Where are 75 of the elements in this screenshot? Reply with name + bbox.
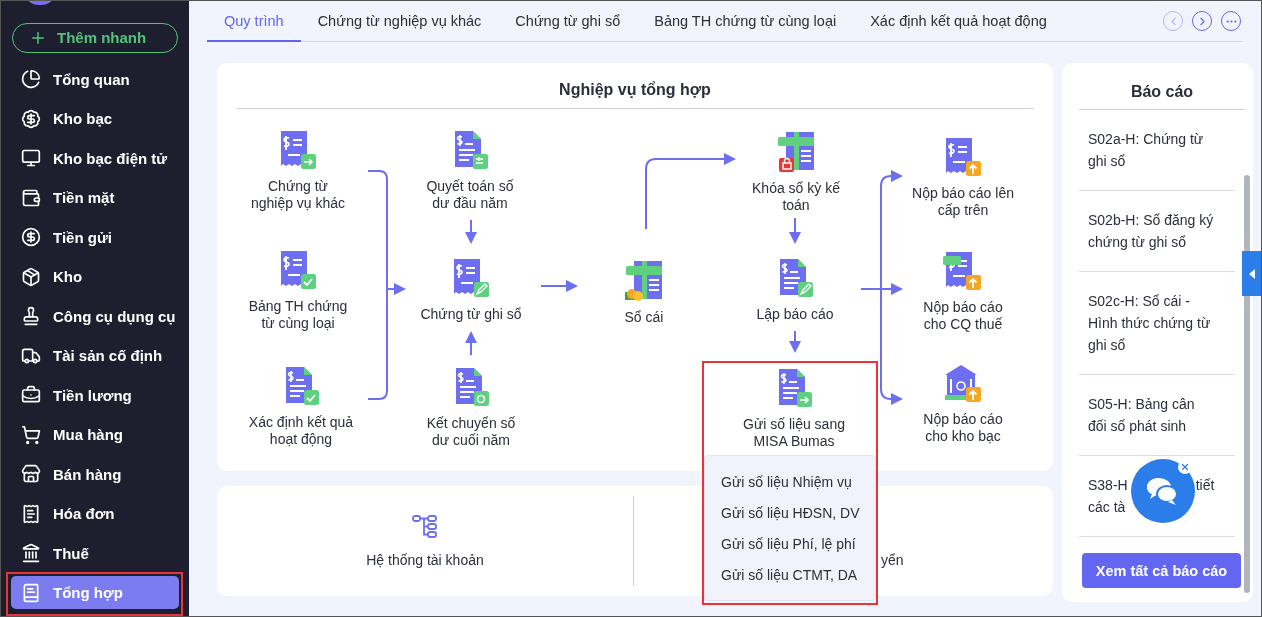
sidebar-item[interactable]: Kho bạc điện tử (11, 141, 179, 175)
sidebar-item[interactable]: Thuế (11, 536, 179, 570)
shortcut-label[interactable]: yển (881, 552, 904, 568)
report-link[interactable]: Hình thức chứng từ (1088, 312, 1211, 334)
panel-title: Báo cáo (1079, 63, 1245, 110)
report-link[interactable]: ghi sổ (1088, 334, 1126, 356)
menu-icon (21, 582, 41, 603)
process-step-label[interactable]: Chứng từ nghiệp vụ khác (250, 178, 346, 212)
sidebar-item[interactable]: Mua hàng (11, 418, 179, 452)
process-step-label[interactable]: Khóa sổ kỳ kế toán (752, 180, 840, 214)
report-link[interactable]: ghi sổ (1088, 150, 1126, 172)
menu-icon (21, 187, 41, 208)
sidebar-item[interactable]: Tổng quan (11, 62, 179, 96)
tab[interactable]: Chứng từ nghiệp vụ khác (300, 1, 499, 42)
view-all-reports-button[interactable]: Xem tất cả báo cáo (1082, 553, 1241, 588)
sidebar-item[interactable]: Công cụ dụng cụ (11, 299, 179, 333)
report-link[interactable]: S02a-H: Chứng từ (1088, 128, 1204, 150)
sidebar-item[interactable]: Kho (11, 260, 179, 294)
flow-arrow (789, 330, 801, 353)
sidebar-item[interactable]: Tổng hợp (11, 576, 179, 610)
sidebar-item[interactable]: Tài sản cố định (11, 339, 179, 373)
process-step-label[interactable]: Xác định kết quả hoạt động (248, 414, 354, 448)
tab[interactable]: Bảng TH chứng từ cùng loại (637, 1, 854, 42)
report-link[interactable]: S38-H (1088, 474, 1128, 496)
process-step-label[interactable]: Chứng từ ghi sổ (420, 306, 522, 323)
process-step-label[interactable]: Nộp báo cáo cho kho bạc (923, 411, 1003, 445)
flow-arrow (386, 283, 406, 295)
report-link[interactable]: S02c-H: Sổ cái - (1088, 290, 1190, 312)
process-step-label[interactable]: Sổ cái (624, 309, 664, 326)
flow-arrow (465, 219, 477, 244)
flow-arrow (789, 217, 801, 244)
menu-item[interactable]: Gửi số liệu HĐSN, DV (705, 497, 875, 528)
menu-item[interactable]: Gửi số liệu CTMT, DA (705, 559, 875, 590)
process-step-label[interactable]: Kết chuyển số dư cuối năm (426, 415, 516, 449)
process-step-label[interactable]: Nộp báo cáo lên cấp trên (912, 185, 1014, 219)
menu-icon (21, 227, 41, 248)
menu-icon (21, 385, 41, 406)
report-link[interactable]: S02b-H: Sổ đăng ký (1088, 209, 1214, 231)
menu-icon (21, 108, 41, 129)
sidebar-item[interactable]: Tiền gửi (11, 220, 179, 254)
menu-icon (21, 148, 41, 169)
report-link[interactable]: chứng từ ghi sổ (1088, 231, 1187, 253)
menu-item[interactable]: Gửi số liệu Nhiệm vụ (705, 466, 875, 497)
sidebar-item[interactable]: Kho bạc (11, 102, 179, 136)
report-link[interactable]: S05-H: Bảng cân (1088, 393, 1195, 415)
process-step-label[interactable]: Quyết toán số dư đầu năm (426, 178, 514, 212)
menu-icon (21, 503, 41, 524)
menu-icon (21, 69, 41, 90)
tab[interactable]: Chứng từ ghi sổ (498, 1, 638, 42)
menu-icon (21, 266, 41, 287)
caret-icon (1248, 268, 1255, 279)
sidebar-item[interactable]: Hóa đơn (11, 497, 179, 531)
process-step-label[interactable]: Bảng TH chứng từ cùng loại (248, 298, 348, 332)
menu-icon (21, 543, 41, 564)
report-link[interactable]: tiết (1195, 474, 1215, 496)
report-link[interactable]: các tà (1088, 496, 1126, 518)
process-step-label[interactable]: Gửi số liệu sang MISA Bumas (743, 416, 845, 450)
sidebar-item[interactable]: Tiền lương (11, 378, 179, 412)
menu-item[interactable]: Gửi số liệu Phí, lệ phí (705, 528, 875, 559)
sidebar-item[interactable]: Tiền mặt (11, 181, 179, 215)
process-step-label[interactable]: Lập báo cáo (756, 306, 834, 323)
process-step-label[interactable]: Nộp báo cáo cho CQ thuế (923, 299, 1003, 333)
menu-icon (21, 464, 41, 485)
sidebar-item[interactable]: Bán hàng (11, 457, 179, 491)
menu-icon (21, 306, 41, 327)
shortcut-label[interactable]: Hệ thống tài khoản (366, 552, 484, 568)
report-link[interactable]: đối số phát sinh (1088, 415, 1187, 437)
section-title: Nghiệp vụ tổng hợp (236, 63, 1034, 109)
flow-arrow (540, 280, 578, 292)
collapse-tab[interactable] (1242, 251, 1261, 296)
hierarchy-icon (412, 514, 438, 540)
tab[interactable]: Xác định kết quả hoạt động (853, 1, 1064, 42)
tab[interactable]: Quy trình (207, 1, 301, 42)
flow-arrow (465, 331, 477, 356)
menu-icon (21, 424, 41, 445)
